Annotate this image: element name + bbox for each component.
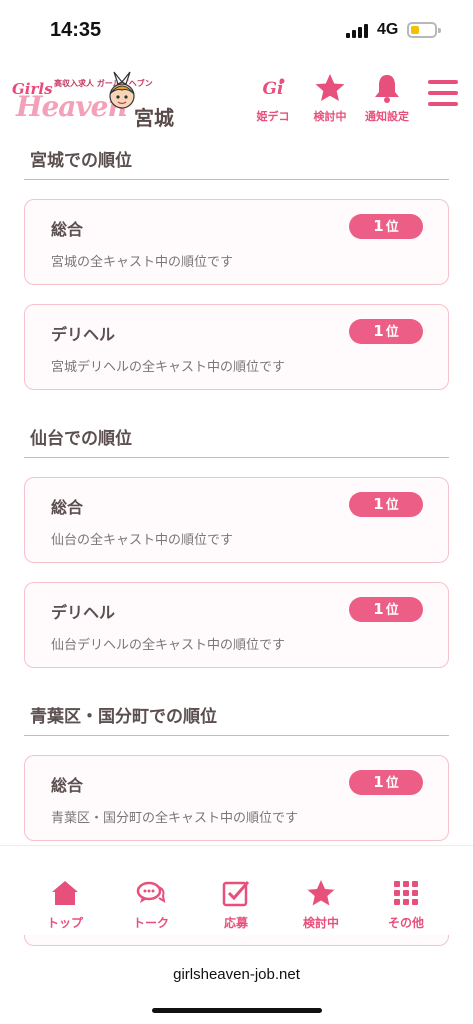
grid-icon — [394, 881, 418, 905]
home-icon — [52, 881, 78, 905]
ranking-card[interactable]: 総合 1位 青葉区・国分町の全キャスト中の順位です — [24, 755, 449, 841]
logo-region: 宮城 — [134, 106, 174, 130]
rank-badge: 1位 — [349, 214, 423, 239]
ranking-description: 仙台デリヘルの全キャスト中の順位です — [51, 638, 286, 653]
signal-strength-icon — [346, 24, 370, 38]
bell-icon — [375, 75, 399, 103]
star-icon — [315, 74, 345, 101]
nav-apply[interactable]: 応募 — [200, 878, 272, 931]
nav-other-label: その他 — [387, 916, 424, 930]
ranking-card[interactable]: デリヘル 1位 仙台デリヘルの全キャスト中の順位です — [24, 582, 449, 668]
home-indicator[interactable] — [152, 1008, 322, 1013]
notification-settings-label: 通知設定 — [365, 110, 409, 123]
ranking-category: 総合 — [51, 498, 84, 517]
section-title: 宮城での順位 — [24, 140, 449, 180]
ranking-description: 青葉区・国分町の全キャスト中の順位です — [51, 811, 299, 826]
nav-top-label: トップ — [46, 916, 83, 930]
ranking-section: 宮城での順位 総合 1位 宮城の全キャスト中の順位です デリヘル 1位 宮城デリ… — [24, 140, 449, 390]
site-logo[interactable]: 高収入求人 ガールズヘブン Girls Heaven 宮城 — [12, 70, 182, 130]
ranking-description: 宮城の全キャスト中の順位です — [51, 255, 234, 270]
nav-talk-label: トーク — [132, 916, 169, 930]
ranking-card[interactable]: 総合 1位 宮城の全キャスト中の順位です — [24, 199, 449, 285]
ranking-section: 仙台での順位 総合 1位 仙台の全キャスト中の順位です デリヘル 1位 仙台デリ… — [24, 418, 449, 668]
apply-check-icon — [222, 881, 250, 907]
network-type: 4G — [377, 21, 399, 38]
ranking-description: 仙台の全キャスト中の順位です — [51, 533, 234, 548]
app-header: 高収入求人 ガールズヘブン Girls Heaven 宮城 Gi 姫デコ 検討中 — [0, 66, 473, 132]
rank-badge: 1位 — [349, 770, 423, 795]
nav-favorites-label: 検討中 — [302, 916, 339, 930]
chat-icon — [136, 881, 166, 904]
nav-top[interactable]: トップ — [29, 878, 101, 931]
rank-badge: 1位 — [349, 597, 423, 622]
nav-other[interactable]: その他 — [370, 878, 442, 931]
star-icon — [307, 880, 335, 906]
favorites-label: 検討中 — [313, 110, 347, 123]
favorites-button[interactable]: 検討中 — [305, 72, 355, 130]
hime-deco-button[interactable]: Gi 姫デコ — [248, 72, 298, 130]
ranking-content: 宮城での順位 総合 1位 宮城の全キャスト中の順位です デリヘル 1位 宮城デリ… — [24, 140, 449, 946]
status-time: 14:35 — [50, 19, 102, 41]
ranking-category: 総合 — [51, 776, 84, 795]
section-title: 仙台での順位 — [24, 418, 449, 458]
hamburger-menu-icon[interactable] — [428, 80, 460, 108]
ranking-card[interactable]: 総合 1位 仙台の全キャスト中の順位です — [24, 477, 449, 563]
ranking-description: 宮城デリヘルの全キャスト中の順位です — [51, 360, 286, 375]
nav-apply-label: 応募 — [223, 916, 248, 930]
hime-deco-icon: Gi — [263, 78, 285, 99]
ranking-category: 総合 — [51, 220, 84, 239]
battery-icon — [407, 22, 441, 38]
rank-badge: 1位 — [349, 492, 423, 517]
hime-deco-label: 姫デコ — [256, 110, 290, 123]
nav-favorites[interactable]: 検討中 — [285, 878, 357, 931]
rank-badge: 1位 — [349, 319, 423, 344]
status-bar: 14:35 4G — [0, 0, 473, 60]
browser-url[interactable]: girlsheaven-job.net — [0, 966, 473, 983]
bottom-nav: トップ トーク 応募 検討中 その他 — [0, 845, 473, 935]
notification-settings-button[interactable]: 通知設定 — [362, 72, 412, 130]
ranking-category: デリヘル — [51, 325, 116, 344]
ranking-card[interactable]: デリヘル 1位 宮城デリヘルの全キャスト中の順位です — [24, 304, 449, 390]
ranking-category: デリヘル — [51, 603, 116, 622]
section-title: 青葉区・国分町での順位 — [24, 696, 449, 736]
nav-talk[interactable]: トーク — [115, 878, 187, 931]
